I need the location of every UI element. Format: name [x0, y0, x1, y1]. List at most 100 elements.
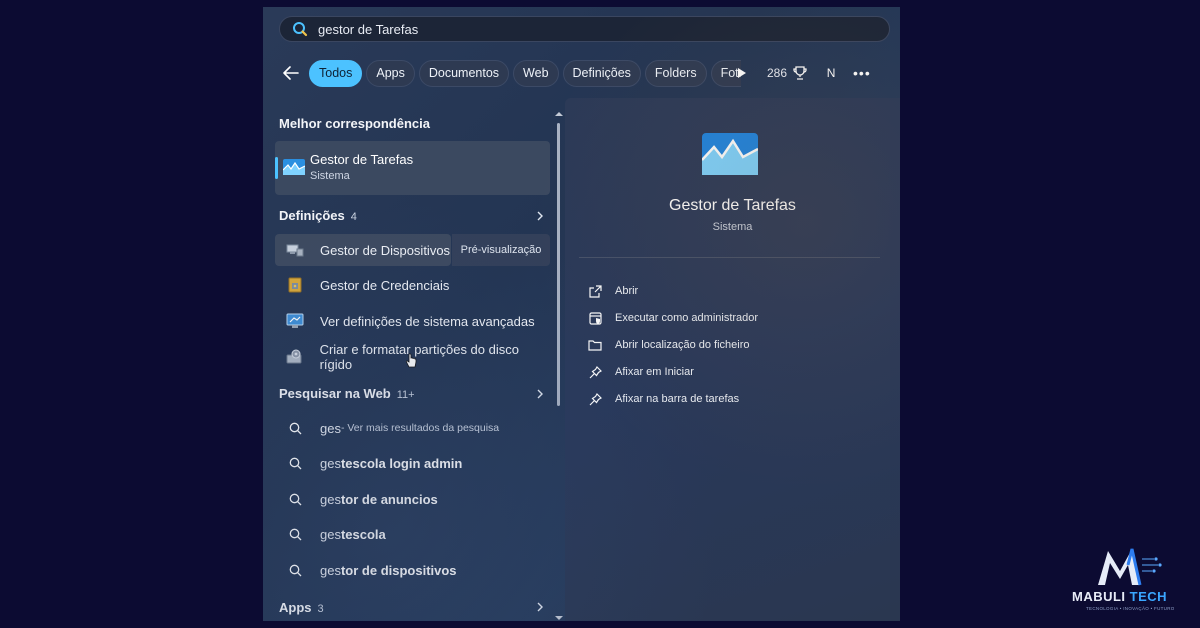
- web-chevron-right-icon[interactable]: [533, 387, 547, 401]
- settings-chevron-right-icon[interactable]: [533, 209, 547, 223]
- detail-subtitle: Sistema: [712, 221, 753, 233]
- filter-documentos[interactable]: Documentos: [418, 59, 510, 87]
- pin-icon: [587, 364, 603, 380]
- web-suggestion[interactable]: ges - Ver mais resultados da pesquisa: [275, 412, 499, 444]
- web-suggestion[interactable]: ges tescola: [275, 518, 386, 550]
- filter-apps[interactable]: Apps: [366, 59, 415, 87]
- best-match-title: Gestor de Tarefas: [310, 152, 414, 167]
- device-manager-icon: [285, 240, 305, 260]
- detail-title: Gestor de Tarefas: [669, 197, 796, 214]
- more-options-icon[interactable]: •••: [853, 65, 871, 81]
- result-advanced-system-settings[interactable]: Ver definições de sistema avançadas: [275, 305, 550, 337]
- folder-icon: [587, 337, 603, 353]
- toolbar-right: 286 N •••: [733, 63, 871, 83]
- run-as-admin-icon: [587, 310, 603, 326]
- result-credential-manager-label: Gestor de Credenciais: [320, 277, 450, 293]
- scroll-filters-right-icon[interactable]: [733, 64, 751, 82]
- logo-brand-a: MABULI: [1072, 589, 1126, 604]
- search-icon: [285, 489, 305, 509]
- open-external-icon: [587, 283, 603, 299]
- result-disk-partitions-label: Criar e formatar partições do disco rígi…: [319, 342, 519, 372]
- action-open-file-location[interactable]: Abrir localização do ficheiro: [587, 335, 750, 355]
- rewards-trophy-icon[interactable]: [791, 64, 809, 82]
- result-credential-manager[interactable]: Gestor de Credenciais: [275, 269, 550, 301]
- web-suggestion-hint: - Ver mais resultados da pesquisa: [340, 422, 500, 434]
- web-suggestion-completion: tescola login admin: [340, 455, 463, 471]
- filter-bar: Todos Apps Documentos Web Definições Fol…: [279, 59, 745, 87]
- disk-management-icon: [285, 347, 305, 367]
- results-list: Melhor correspondência Gestor de Tarefas…: [273, 103, 553, 621]
- detail-pane: Gestor de Tarefas Sistema Abrir Executar…: [565, 98, 900, 621]
- web-suggestion-prefix: ges: [320, 526, 341, 542]
- web-suggestion[interactable]: ges tescola login admin: [275, 447, 462, 479]
- web-heading[interactable]: Pesquisar na Web 11+: [279, 386, 415, 401]
- best-match-heading: Melhor correspondência: [279, 116, 430, 131]
- web-suggestion[interactable]: ges tor de anuncios: [275, 483, 438, 515]
- search-box[interactable]: [279, 16, 890, 42]
- pin-icon: [587, 391, 603, 407]
- action-run-as-admin-label: Executar como administrador: [615, 312, 759, 324]
- web-suggestion-completion: tescola: [340, 526, 386, 542]
- task-manager-icon: [702, 133, 758, 175]
- user-avatar[interactable]: N: [821, 63, 841, 83]
- logo-brand: MABULI TECH: [1072, 589, 1167, 604]
- search-input[interactable]: [316, 20, 860, 38]
- divider: [579, 257, 880, 258]
- action-pin-to-taskbar-label: Afixar na barra de tarefas: [615, 393, 740, 405]
- logo-brand-b: TECH: [1129, 589, 1168, 604]
- action-open-label: Abrir: [615, 285, 639, 297]
- web-suggestion-completion: tor de anuncios: [340, 491, 438, 507]
- filter-definicoes[interactable]: Definições: [562, 59, 641, 87]
- settings-count: 4: [350, 211, 357, 223]
- web-suggestion-text: ges: [320, 420, 341, 436]
- filter-todos[interactable]: Todos: [309, 59, 363, 87]
- result-advanced-system-settings-label: Ver definições de sistema avançadas: [320, 313, 535, 329]
- credential-manager-icon: [285, 275, 305, 295]
- apps-heading-label: Apps: [279, 600, 312, 615]
- action-open-file-location-label: Abrir localização do ficheiro: [615, 339, 750, 351]
- result-device-manager-label: Gestor de Dispositivos: [320, 242, 451, 258]
- web-count: 11+: [396, 389, 415, 401]
- web-heading-label: Pesquisar na Web: [279, 386, 391, 401]
- action-open[interactable]: Abrir: [587, 281, 638, 301]
- preview-button[interactable]: Pré-visualização: [452, 234, 550, 266]
- windows-search-window: Todos Apps Documentos Web Definições Fol…: [263, 7, 900, 621]
- search-icon: [285, 453, 305, 473]
- scroll-down-arrow-icon[interactable]: [555, 615, 563, 621]
- mabuli-tech-logo: MABULI TECH TECNOLOGIA • INOVAÇÃO • FUTU…: [1066, 545, 1186, 615]
- web-suggestion-prefix: ges: [320, 455, 341, 471]
- selection-indicator: [275, 157, 278, 179]
- search-icon: [293, 22, 308, 37]
- back-arrow-icon[interactable]: [279, 61, 303, 85]
- settings-heading[interactable]: Definições 4: [279, 208, 357, 223]
- action-pin-to-start[interactable]: Afixar em Iniciar: [587, 362, 694, 382]
- apps-heading[interactable]: Apps 3: [279, 600, 324, 615]
- results-scrollbar[interactable]: [555, 111, 563, 621]
- task-manager-icon: [283, 159, 305, 175]
- web-suggestion-prefix: ges: [320, 562, 341, 578]
- search-icon: [285, 524, 305, 544]
- scrollbar-thumb[interactable]: [557, 123, 560, 406]
- apps-count: 3: [317, 603, 324, 615]
- apps-chevron-right-icon[interactable]: [533, 600, 547, 614]
- logo-tagline: TECNOLOGIA • INOVAÇÃO • FUTURO: [1086, 606, 1175, 611]
- result-device-manager[interactable]: Gestor de Dispositivos: [275, 234, 451, 266]
- action-pin-to-taskbar[interactable]: Afixar na barra de tarefas: [587, 389, 739, 409]
- scroll-up-arrow-icon[interactable]: [555, 111, 563, 117]
- web-suggestion-completion: tor de dispositivos: [340, 562, 457, 578]
- mouse-cursor-hand-icon: [405, 353, 417, 368]
- best-match-subtitle: Sistema: [310, 170, 350, 182]
- rewards-points: 286: [767, 66, 788, 80]
- search-icon: [285, 560, 305, 580]
- filter-web[interactable]: Web: [513, 59, 559, 87]
- search-icon: [285, 418, 305, 438]
- web-suggestion[interactable]: ges tor de dispositivos: [275, 554, 457, 586]
- mabuli-tech-logo-mark: [1098, 548, 1162, 586]
- filter-folders[interactable]: Folders: [644, 59, 707, 87]
- action-pin-to-start-label: Afixar em Iniciar: [615, 366, 694, 378]
- system-settings-icon: [285, 311, 305, 331]
- action-run-as-admin[interactable]: Executar como administrador: [587, 308, 758, 328]
- settings-heading-label: Definições: [279, 208, 345, 223]
- web-suggestion-prefix: ges: [320, 491, 341, 507]
- best-match-item[interactable]: Gestor de Tarefas Sistema: [275, 141, 550, 195]
